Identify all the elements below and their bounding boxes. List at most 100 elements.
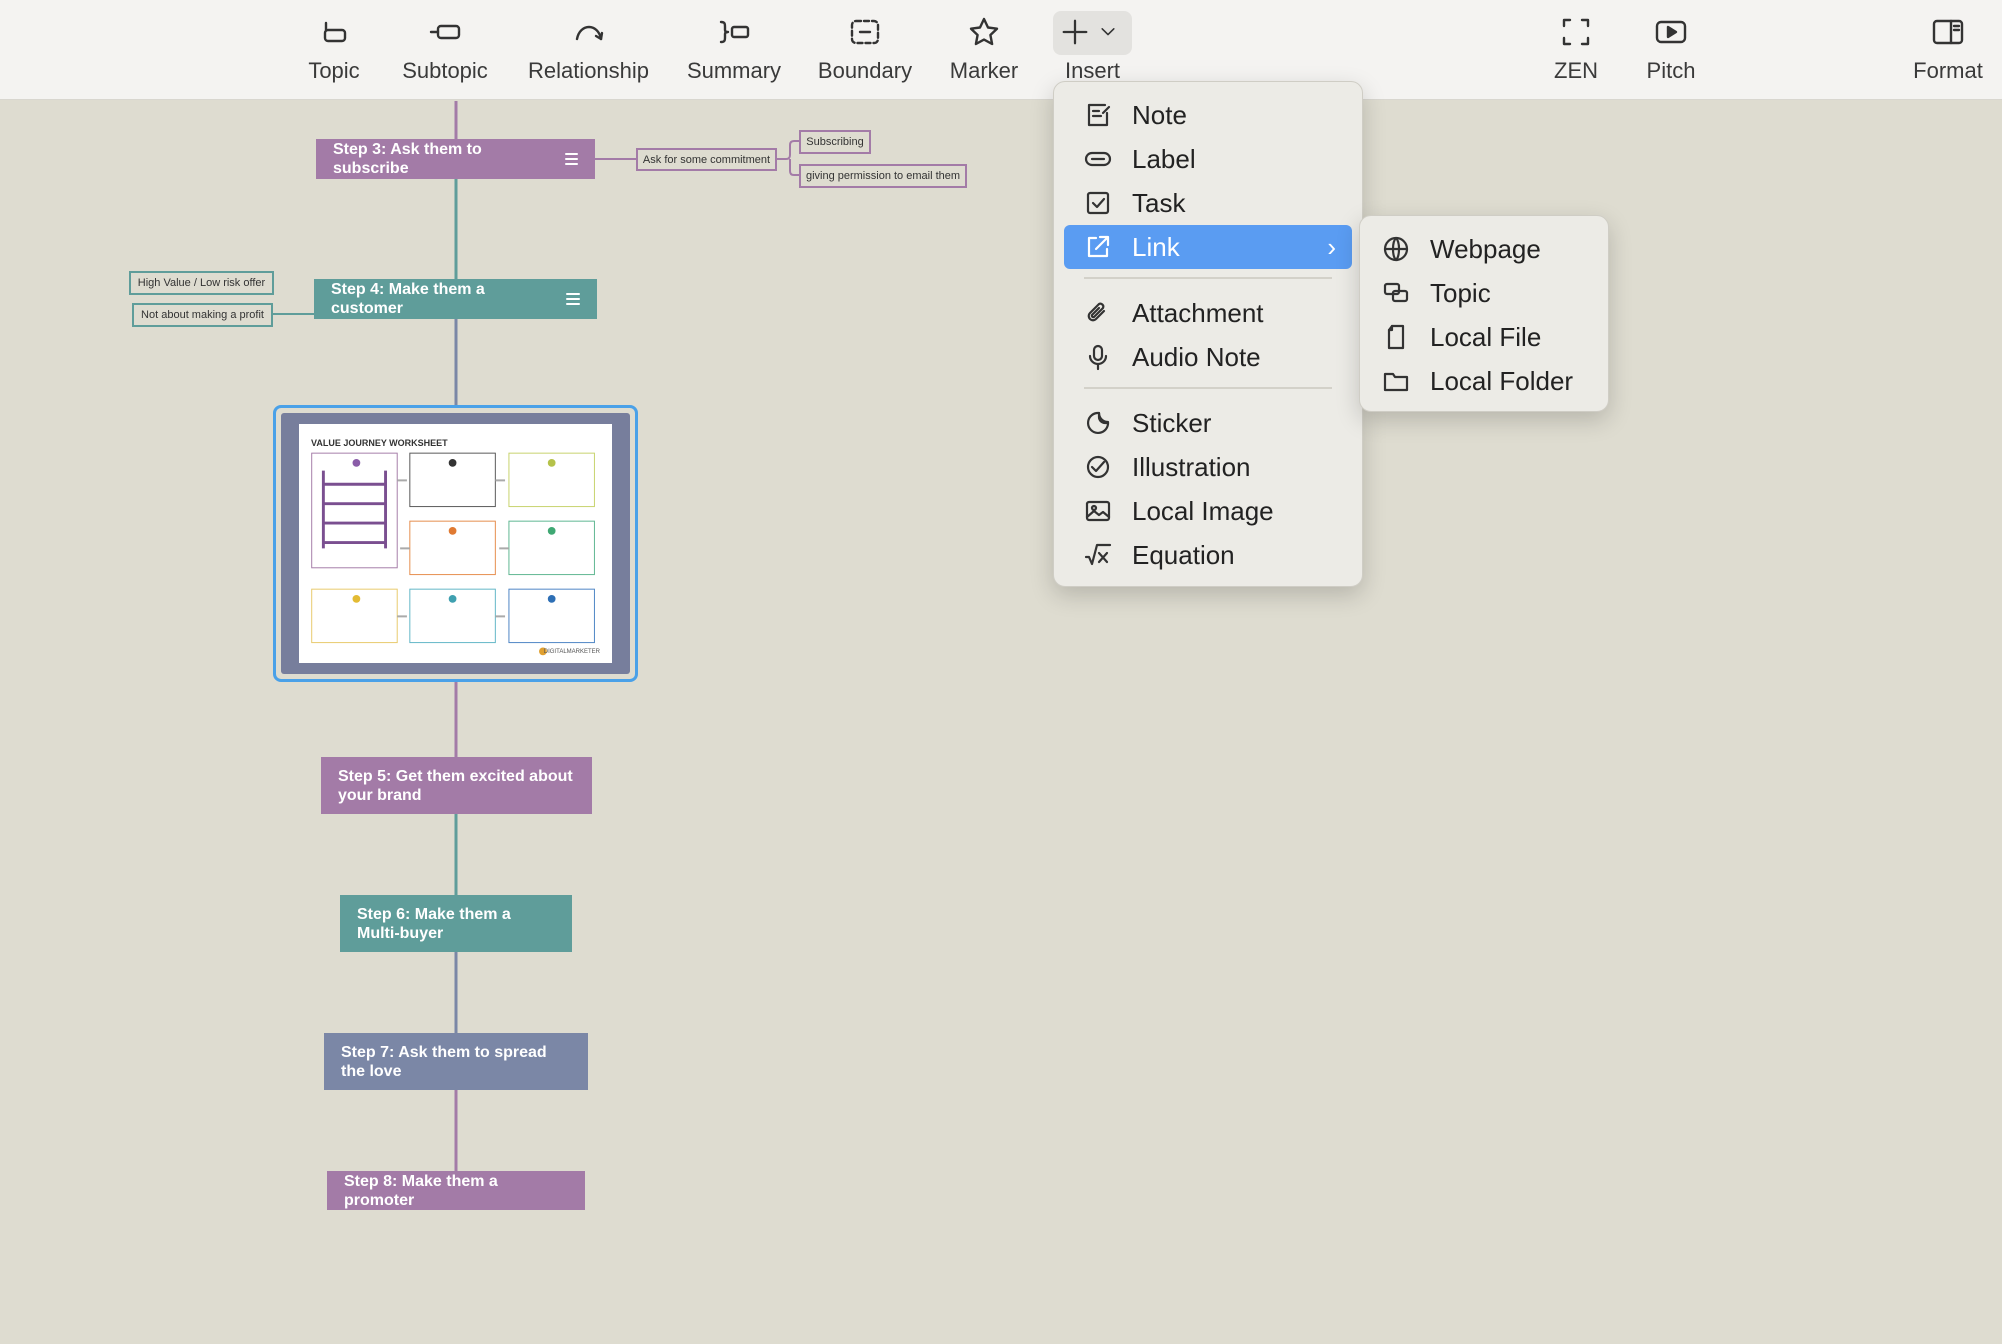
- summary-icon: [714, 12, 754, 52]
- menu-separator: [1084, 277, 1332, 279]
- topic-step-3[interactable]: Step 3: Ask them to subscribe: [316, 139, 595, 179]
- menu-item-attachment[interactable]: Attachment: [1064, 291, 1352, 335]
- folder-icon: [1380, 365, 1412, 397]
- menu-item-audio-note-label: Audio Note: [1132, 341, 1261, 372]
- format-button-label: Format: [1913, 58, 1983, 83]
- topic-step-4-text: Step 4: Make them a customer: [331, 281, 485, 317]
- image-icon: [1082, 495, 1114, 527]
- topic-button-label: Topic: [308, 58, 360, 83]
- boundary-icon: [845, 12, 885, 52]
- relationship-button[interactable]: Relationship: [521, 0, 656, 100]
- menu-item-link-label: Link: [1132, 231, 1180, 262]
- menu-item-equation-label: Equation: [1132, 539, 1235, 570]
- topic-link-icon: [1380, 277, 1412, 309]
- worksheet-diagram: [311, 452, 595, 656]
- subtopic-giving-permission-text: giving permission to email them: [805, 170, 961, 182]
- format-button[interactable]: Format: [1906, 0, 1990, 100]
- menu-item-equation[interactable]: Equation: [1064, 533, 1352, 577]
- subtopic-subscribing[interactable]: Subscribing: [799, 130, 871, 154]
- subtopic-high-value[interactable]: High Value / Low risk offer: [129, 271, 274, 295]
- chevron-right-icon: ›: [1327, 231, 1336, 262]
- subtopic-not-profit[interactable]: Not about making a profit: [132, 303, 273, 327]
- image-topic-frame: VALUE JOURNEY WORKSHEET DIGITALMARKETER: [281, 413, 630, 674]
- menu-item-local-image-label: Local Image: [1132, 495, 1274, 526]
- menu-item-attachment-label: Attachment: [1132, 297, 1264, 328]
- sticker-icon: [1082, 407, 1114, 439]
- chevron-down-icon: [1101, 27, 1115, 36]
- zen-icon: [1556, 12, 1596, 52]
- menu-separator: [1084, 387, 1332, 389]
- boundary-button-label: Boundary: [817, 58, 913, 83]
- paperclip-icon: [1082, 297, 1114, 329]
- equation-icon: [1082, 539, 1114, 571]
- menu-item-link[interactable]: Link ›: [1064, 225, 1352, 269]
- topic-step-8-text: Step 8: Make them a promoter: [344, 1172, 498, 1209]
- value-journey-worksheet-image: VALUE JOURNEY WORKSHEET DIGITALMARKETER: [299, 424, 612, 663]
- worksheet-logo: DIGITALMARKETER: [543, 649, 600, 655]
- pitch-button-label: Pitch: [1646, 58, 1696, 83]
- microphone-icon: [1082, 341, 1114, 373]
- plus-icon: [1053, 12, 1132, 52]
- relationship-icon: [569, 12, 609, 52]
- submenu-item-webpage[interactable]: Webpage: [1368, 227, 1600, 271]
- menu-item-label-label: Label: [1132, 143, 1196, 174]
- topic-icon: [314, 12, 354, 52]
- submenu-item-topic[interactable]: Topic: [1368, 271, 1600, 315]
- menu-item-task[interactable]: Task: [1064, 181, 1352, 225]
- topic-step-5-text: Step 5: Get them excited about your bran…: [338, 767, 573, 804]
- summary-button-label: Summary: [686, 58, 782, 83]
- link-icon: [1082, 231, 1114, 263]
- topic-step-4[interactable]: Step 4: Make them a customer: [314, 279, 597, 319]
- menu-item-note-label: Note: [1132, 99, 1187, 130]
- menu-item-audio-note[interactable]: Audio Note: [1064, 335, 1352, 379]
- file-icon: [1380, 321, 1412, 353]
- zen-button[interactable]: ZEN: [1536, 0, 1616, 100]
- menu-item-label[interactable]: Label: [1064, 137, 1352, 181]
- marker-button[interactable]: Marker: [944, 0, 1024, 100]
- subtopic-ask-commitment-text: Ask for some commitment: [642, 153, 771, 166]
- submenu-item-local-file[interactable]: Local File: [1368, 315, 1600, 359]
- subtopic-icon: [425, 12, 465, 52]
- topic-button[interactable]: Topic: [294, 0, 374, 100]
- illustration-icon: [1082, 451, 1114, 483]
- submenu-item-local-folder-label: Local Folder: [1430, 365, 1574, 396]
- zen-button-label: ZEN: [1554, 58, 1598, 83]
- topic-step-8[interactable]: Step 8: Make them a promoter: [327, 1171, 585, 1210]
- checkbox-icon: [1082, 187, 1114, 219]
- boundary-button[interactable]: Boundary: [810, 0, 920, 100]
- pitch-button[interactable]: Pitch: [1631, 0, 1711, 100]
- sidebar-icon: [1928, 12, 1968, 52]
- link-submenu: Webpage Topic Local File Local Folder: [1359, 215, 1609, 412]
- subtopic-button[interactable]: Subtopic: [395, 0, 495, 100]
- menu-item-local-image[interactable]: Local Image: [1064, 489, 1352, 533]
- summary-button[interactable]: Summary: [682, 0, 786, 100]
- menu-item-sticker-label: Sticker: [1132, 407, 1212, 438]
- subtopic-button-label: Subtopic: [402, 58, 488, 83]
- menu-item-note[interactable]: Note: [1064, 93, 1352, 137]
- subtopic-ask-commitment[interactable]: Ask for some commitment: [636, 148, 777, 171]
- menu-item-task-label: Task: [1132, 187, 1186, 218]
- topic-step-5[interactable]: Step 5: Get them excited about your bran…: [321, 757, 592, 814]
- menu-item-illustration[interactable]: Illustration: [1064, 445, 1352, 489]
- note-icon: [1082, 99, 1114, 131]
- subtopic-giving-permission[interactable]: giving permission to email them: [799, 164, 967, 188]
- submenu-item-local-file-label: Local File: [1430, 321, 1542, 352]
- toolbar: Topic Subtopic Relationship Summary Boun…: [0, 0, 2002, 100]
- subtopic-high-value-text: High Value / Low risk offer: [137, 277, 266, 289]
- relationship-button-label: Relationship: [527, 58, 650, 83]
- topic-step-7-text: Step 7: Ask them to spread the love: [341, 1043, 547, 1080]
- submenu-item-local-folder[interactable]: Local Folder: [1368, 359, 1600, 403]
- marker-button-label: Marker: [949, 58, 1019, 83]
- mindmap-canvas[interactable]: Step 3: Ask them to subscribe Ask for so…: [0, 101, 2002, 1344]
- note-icon: [566, 293, 580, 305]
- insert-menu: Note Label Task Link › Attachment Audio …: [1053, 81, 1363, 587]
- menu-item-sticker[interactable]: Sticker: [1064, 401, 1352, 445]
- topic-step-3-text: Step 3: Ask them to subscribe: [333, 141, 482, 177]
- topic-step-6-text: Step 6: Make them a Multi-buyer: [357, 905, 511, 942]
- topic-step-7[interactable]: Step 7: Ask them to spread the love: [324, 1033, 588, 1090]
- subtopic-subscribing-text: Subscribing: [806, 136, 864, 148]
- topic-step-6[interactable]: Step 6: Make them a Multi-buyer: [340, 895, 572, 952]
- star-icon: [964, 12, 1004, 52]
- submenu-item-topic-label: Topic: [1430, 277, 1491, 308]
- image-topic-selected[interactable]: VALUE JOURNEY WORKSHEET DIGITALMARKETER: [273, 405, 638, 682]
